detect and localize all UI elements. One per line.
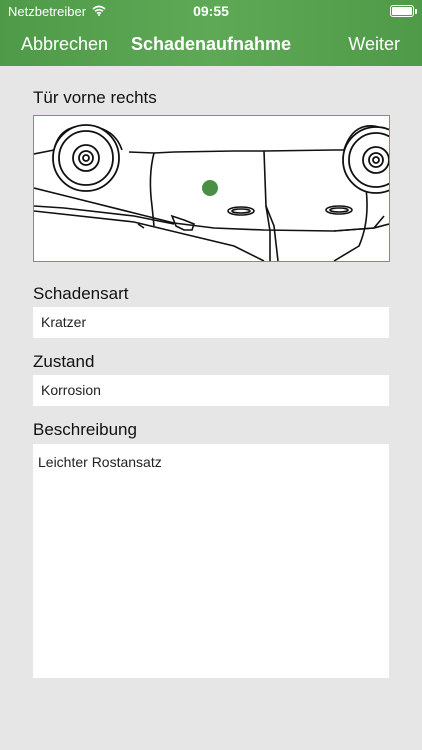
damage-type-field[interactable]: Kratzer <box>33 307 389 338</box>
car-damage-image[interactable] <box>33 115 390 262</box>
damage-marker[interactable] <box>202 180 218 196</box>
navigation-bar: Abbrechen Schadenaufnahme Weiter <box>0 22 422 66</box>
status-time: 09:55 <box>193 3 229 19</box>
cancel-button[interactable]: Abbrechen <box>21 34 108 55</box>
battery-icon <box>390 5 417 17</box>
condition-label: Zustand <box>33 352 95 371</box>
part-label: Tür vorne rechts <box>33 88 157 107</box>
next-button[interactable]: Weiter <box>348 34 400 55</box>
car-outline-drawing <box>34 124 389 261</box>
status-bar: Netzbetreiber 09:55 <box>0 0 422 22</box>
top-bar: Netzbetreiber 09:55 Abbrechen Schadenauf… <box>0 0 422 66</box>
description-textarea[interactable]: Leichter Rostansatz <box>33 444 389 678</box>
condition-field[interactable]: Korrosion <box>33 375 389 406</box>
damage-type-label: Schadensart <box>33 284 129 303</box>
description-label: Beschreibung <box>33 420 137 439</box>
